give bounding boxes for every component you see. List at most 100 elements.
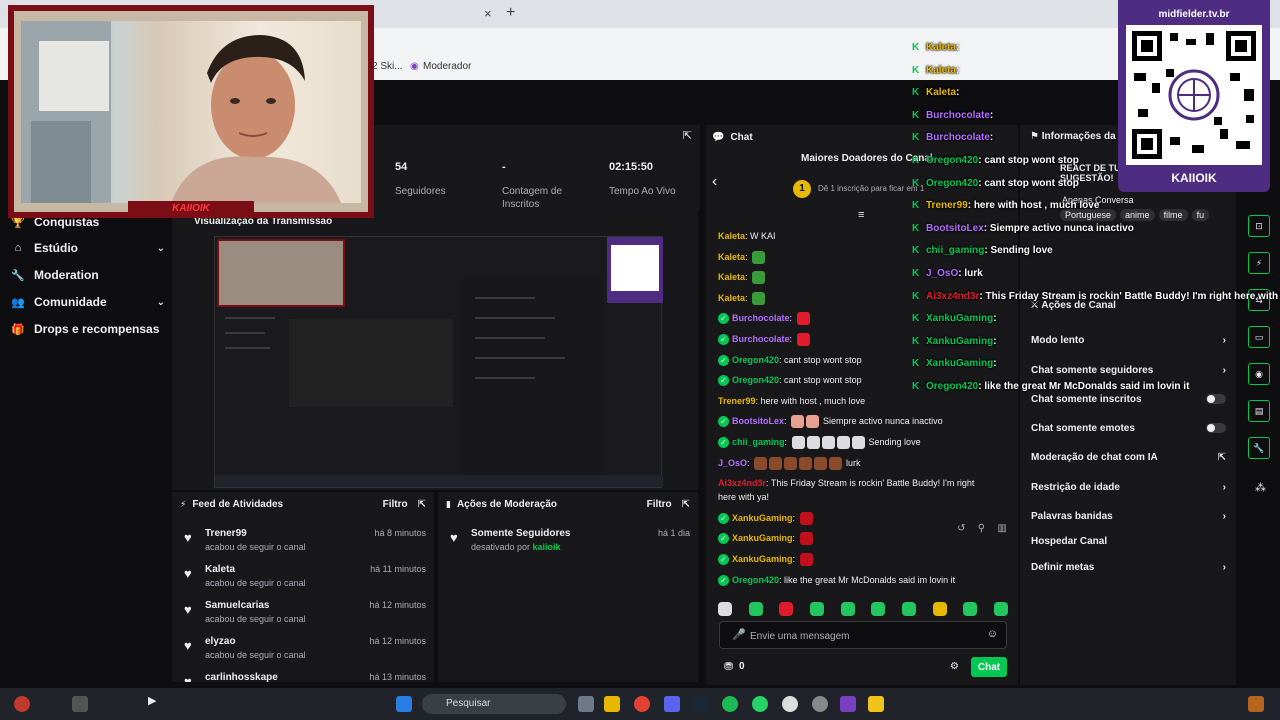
- chat-username[interactable]: Oregon420: [732, 355, 779, 365]
- gear-icon[interactable]: ⚙: [950, 661, 959, 672]
- chevron-left-icon[interactable]: ‹: [712, 173, 717, 191]
- app-icon[interactable]: [1248, 696, 1264, 712]
- sidebar-item-estudio[interactable]: ⌂ Estúdio ⌄: [10, 236, 165, 260]
- popout-icon[interactable]: ⇱: [682, 499, 690, 510]
- mod-item-banned-words[interactable]: Palavras banidas ›: [1031, 506, 1226, 526]
- list-item: ♥ Kaleta acabou de seguir o canal há 11 …: [172, 562, 434, 598]
- marker-icon[interactable]: ▤: [1248, 400, 1270, 422]
- emote-icon[interactable]: [779, 602, 794, 616]
- follower-name[interactable]: Samuelcarias: [205, 600, 270, 611]
- chat-username[interactable]: Kaleta: [718, 293, 745, 303]
- folder-icon[interactable]: [604, 696, 620, 712]
- filter-button[interactable]: Filtro: [647, 499, 672, 510]
- emote-icon[interactable]: [932, 602, 947, 616]
- heart-icon: ♥: [184, 566, 192, 581]
- follower-name[interactable]: carlinhosskape: [205, 672, 278, 682]
- popout-icon[interactable]: ⇱: [418, 499, 426, 510]
- activity-feed-panel: ⚡ Feed de Atividades Filtro ⇱ ♥ Trener99…: [172, 492, 434, 682]
- mic-icon[interactable]: 🎤: [732, 628, 746, 641]
- chat-username[interactable]: Ai3xz4nd3r: [718, 478, 766, 488]
- emote-icon[interactable]: [871, 602, 886, 616]
- twitch-icon[interactable]: [840, 696, 856, 712]
- emote-icon[interactable]: [963, 602, 978, 616]
- overlay-chat-message: K XankuGaming:: [912, 358, 997, 369]
- emote-icon: [799, 553, 813, 567]
- overlay-username: Burchocolate: [926, 132, 990, 144]
- emote-icon[interactable]: [718, 602, 732, 616]
- play-icon[interactable]: ▶: [148, 694, 156, 707]
- mod-item-ai-moderation[interactable]: Moderação de chat com IA ⇱: [1031, 447, 1226, 467]
- emote-icon[interactable]: [809, 602, 824, 616]
- weather-icon[interactable]: [14, 696, 30, 712]
- mod-item-emotes-only[interactable]: Chat somente emotes: [1031, 418, 1226, 438]
- chat-username[interactable]: Oregon420: [732, 575, 779, 585]
- new-tab-icon[interactable]: +: [506, 4, 515, 22]
- emote-icon: [784, 457, 798, 471]
- verified-badge-icon: ✓: [718, 334, 729, 346]
- mod-item-host-channel[interactable]: Hospedar Canal: [1031, 531, 1226, 551]
- mod-action-user[interactable]: kaiioik: [533, 542, 561, 552]
- sidebar-item-drops[interactable]: 🎁 Drops e recompensas: [10, 317, 165, 341]
- chat-bubble-icon: 💬: [712, 131, 725, 143]
- mod-item-age-restriction[interactable]: Restrição de idade ›: [1031, 477, 1226, 497]
- emote-icon[interactable]: [748, 602, 763, 616]
- follower-name[interactable]: elyzao: [205, 636, 236, 647]
- chat-separator: :: [745, 293, 751, 303]
- chat-username[interactable]: Kaleta: [718, 231, 745, 241]
- chat-username[interactable]: Burchocolate: [732, 334, 790, 344]
- pin-icon[interactable]: ⚲: [978, 523, 985, 539]
- trash-icon[interactable]: ▥: [997, 523, 1006, 539]
- chrome-icon[interactable]: [634, 696, 650, 712]
- obs-icon[interactable]: [782, 696, 798, 712]
- discord-icon[interactable]: [664, 696, 680, 712]
- chat-message-input[interactable]: [750, 628, 970, 644]
- filter-lines-icon[interactable]: ≡: [858, 209, 864, 221]
- emotes-only-toggle[interactable]: [1206, 423, 1226, 433]
- chat-separator: :: [792, 513, 798, 523]
- emote-icon[interactable]: [901, 602, 916, 616]
- chat-separator: :: [792, 554, 798, 564]
- chat-username[interactable]: Oregon420: [732, 375, 779, 385]
- filter-button[interactable]: Filtro: [383, 499, 408, 510]
- chevron-right-icon: ›: [1222, 481, 1226, 493]
- chat-username[interactable]: XankuGaming: [732, 554, 793, 564]
- sidebar-item-label: Estúdio: [34, 241, 78, 255]
- spotify-icon[interactable]: [722, 696, 738, 712]
- chat-username[interactable]: BootsitoLex: [732, 416, 784, 426]
- overlay-separator: :: [956, 42, 960, 53]
- whatsapp-icon[interactable]: [752, 696, 768, 712]
- chat-username[interactable]: chii_gaming: [732, 437, 785, 447]
- emote-icon[interactable]: [993, 602, 1008, 616]
- overlay-chat-message: K Kaleta:: [912, 42, 959, 53]
- windows-start-icon[interactable]: [396, 696, 412, 712]
- emoji-icon[interactable]: ☺: [987, 628, 998, 640]
- app-icon[interactable]: [812, 696, 828, 712]
- mod-item-set-goals[interactable]: Definir metas ›: [1031, 557, 1226, 577]
- chat-username[interactable]: J_OsO: [718, 458, 747, 468]
- sidebar-item-comunidade[interactable]: 👥 Comunidade ⌄: [10, 290, 165, 314]
- reply-icon[interactable]: ↺: [957, 523, 965, 539]
- chat-username[interactable]: XankuGaming: [732, 533, 793, 543]
- taskbar-search[interactable]: Pesquisar: [422, 694, 566, 714]
- sidebar-item-moderation[interactable]: 🔧 Moderation: [10, 263, 165, 287]
- task-view-icon[interactable]: [578, 696, 594, 712]
- chat-username[interactable]: Kaleta: [718, 272, 745, 282]
- settings-dots-icon[interactable]: ⁂: [1255, 481, 1266, 494]
- emote-icon[interactable]: [840, 602, 855, 616]
- chat-username[interactable]: XankuGaming: [732, 513, 793, 523]
- stream-preview-video[interactable]: [214, 236, 663, 488]
- wrench-icon[interactable]: 🔧: [1248, 437, 1270, 459]
- chat-username[interactable]: Kaleta: [718, 252, 745, 262]
- steam-icon[interactable]: [692, 696, 708, 712]
- app-icon[interactable]: [868, 696, 884, 712]
- send-chat-button[interactable]: Chat: [971, 657, 1007, 677]
- close-tab-icon[interactable]: ×: [484, 6, 492, 21]
- widget-icon[interactable]: [72, 696, 88, 712]
- bookmark-item[interactable]: 2 Ski...: [372, 61, 403, 72]
- follower-name[interactable]: Trener99: [205, 528, 247, 539]
- chat-username[interactable]: Burchocolate: [732, 313, 790, 323]
- bookmark-item[interactable]: Moderador: [423, 61, 471, 72]
- follower-name[interactable]: Kaleta: [205, 564, 235, 575]
- popout-icon[interactable]: ⇱: [683, 129, 692, 142]
- chat-username[interactable]: Trener99: [718, 396, 756, 406]
